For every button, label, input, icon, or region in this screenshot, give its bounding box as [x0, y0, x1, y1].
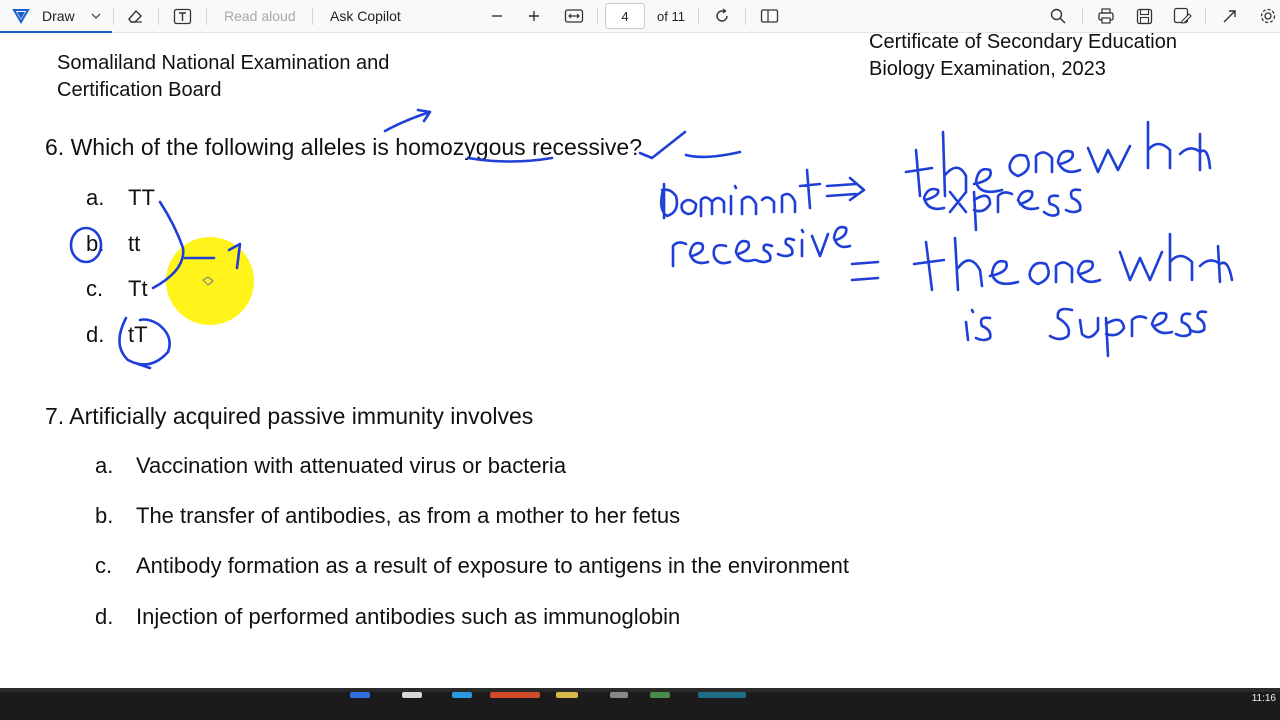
- text-icon[interactable]: [173, 0, 192, 32]
- header-left-line2: Certification Board: [57, 79, 222, 101]
- draw-label: Draw: [42, 8, 75, 24]
- ask-copilot-button[interactable]: Ask Copilot: [330, 0, 401, 32]
- taskbar-app-icon[interactable]: [452, 692, 472, 698]
- q7-option-a-text: Vaccination with attenuated virus or bac…: [136, 453, 567, 478]
- toolbar-divider: [1082, 8, 1083, 25]
- q6-option-b-letter: b.: [86, 231, 105, 256]
- taskbar-app-icon[interactable]: [350, 692, 370, 698]
- save-as-icon[interactable]: [1173, 0, 1192, 32]
- q6-option-d-text: tT: [128, 322, 148, 347]
- toolbar-divider: [113, 8, 114, 25]
- search-icon[interactable]: [1049, 0, 1067, 32]
- taskbar-app-icon[interactable]: [490, 692, 540, 698]
- taskbar-edge: [0, 688, 1280, 692]
- taskbar-app-icon[interactable]: [650, 692, 670, 698]
- q6-option-a-letter: a.: [86, 185, 105, 210]
- q7-option-b-text: The transfer of antibodies, as from a mo…: [136, 503, 681, 528]
- toolbar-divider: [206, 8, 207, 25]
- taskbar-app-icon[interactable]: [402, 692, 422, 698]
- toolbar-divider: [597, 8, 598, 25]
- chevron-down-icon[interactable]: [90, 0, 102, 32]
- toolbar-divider: [698, 8, 699, 25]
- q6-option-c-letter: c.: [86, 276, 104, 301]
- page-view-icon[interactable]: [760, 0, 779, 32]
- q7-option-c-letter: c.: [95, 553, 113, 578]
- toolbar-divider: [1205, 8, 1206, 25]
- fit-width-icon[interactable]: [564, 0, 584, 32]
- page-number-input[interactable]: [605, 3, 645, 29]
- toolbar-divider: [312, 8, 313, 25]
- rotate-icon[interactable]: [713, 0, 731, 32]
- q7-option-d-text: Injection of performed antibodies such a…: [136, 604, 681, 629]
- settings-icon[interactable]: [1259, 0, 1277, 32]
- toolbar-divider: [158, 8, 159, 25]
- page-total-label: of 11: [657, 8, 685, 24]
- draw-button[interactable]: Draw: [12, 0, 75, 32]
- q7-option-b-letter: b.: [95, 503, 114, 528]
- pdf-page: Somaliland National Examination and Cert…: [0, 31, 1280, 688]
- save-icon[interactable]: [1136, 0, 1153, 32]
- os-taskbar: 11:16: [0, 688, 1280, 720]
- header-right-line2: Biology Examination, 2023: [869, 58, 1106, 80]
- taskbar-app-icon[interactable]: [556, 692, 578, 698]
- q6-option-c-text: Tt: [128, 276, 148, 301]
- zoom-in-icon[interactable]: [527, 0, 541, 32]
- q6-option-d-letter: d.: [86, 322, 105, 347]
- question-7: 7. Artificially acquired passive immunit…: [45, 403, 534, 429]
- toolbar-divider: [745, 8, 746, 25]
- q7-option-c-text: Antibody formation as a result of exposu…: [136, 553, 849, 578]
- draw-icon: [12, 8, 30, 24]
- q7-option-d-letter: d.: [95, 604, 114, 629]
- taskbar-app-icon[interactable]: [610, 692, 628, 698]
- q7-option-a-letter: a.: [95, 453, 114, 478]
- expand-icon[interactable]: [1221, 0, 1238, 32]
- q6-option-b-text: tt: [128, 231, 141, 256]
- zoom-out-icon[interactable]: [490, 0, 504, 32]
- question-6: 6. Which of the following alleles is hom…: [45, 134, 643, 160]
- header-left-line1: Somaliland National Examination and: [57, 52, 390, 74]
- taskbar-app-icon[interactable]: [698, 692, 746, 698]
- q6-option-a-text: TT: [128, 185, 155, 210]
- header-right-line1: Certificate of Secondary Education: [869, 31, 1177, 53]
- taskbar-clock[interactable]: 11:16: [1252, 693, 1276, 704]
- eraser-icon[interactable]: [126, 0, 144, 32]
- print-icon[interactable]: [1097, 0, 1115, 32]
- read-aloud-button[interactable]: Read aloud: [224, 0, 296, 32]
